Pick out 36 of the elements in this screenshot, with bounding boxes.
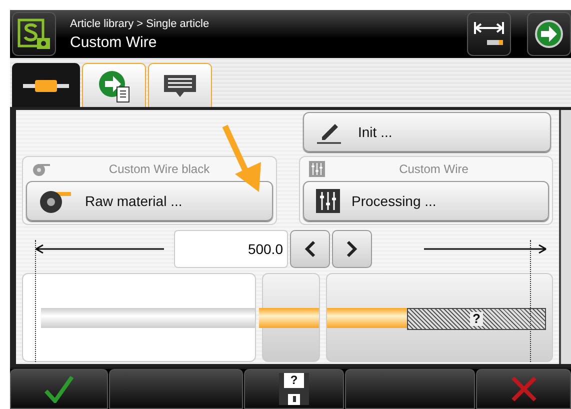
close-icon — [510, 375, 538, 403]
comment-icon — [162, 72, 198, 98]
width-measure-icon — [473, 20, 505, 48]
wire-insulation — [259, 308, 319, 328]
sliders-icon — [316, 189, 340, 213]
panel-caption: Custom Wire — [398, 162, 470, 176]
chevron-right-icon — [346, 240, 358, 258]
panel-button[interactable]: Processing ... — [302, 181, 549, 221]
scrollbar[interactable] — [559, 110, 571, 364]
sliders-icon — [308, 161, 324, 177]
length-field[interactable]: 500.0 — [174, 230, 288, 268]
cancel-button[interactable] — [476, 369, 571, 409]
wire-icon — [23, 78, 69, 92]
panel-button[interactable]: Raw material ... — [26, 181, 272, 221]
save-button[interactable]: ? — [244, 369, 344, 409]
spool-icon — [39, 188, 73, 214]
previous-button[interactable] — [290, 230, 330, 268]
forward-document-icon — [97, 68, 131, 102]
tab[interactable] — [12, 63, 80, 107]
spool-icon — [32, 162, 52, 176]
next-button[interactable] — [527, 12, 571, 56]
window-title: Custom Wire — [70, 34, 158, 50]
confirm-button[interactable] — [10, 369, 108, 409]
save-icon: ? — [278, 372, 310, 406]
breadcrumb: Article library > Single article — [70, 18, 210, 30]
next-value-button[interactable] — [332, 230, 372, 268]
chevron-left-icon — [304, 240, 316, 258]
tab[interactable] — [82, 63, 146, 107]
app-logo-button[interactable] — [12, 12, 56, 56]
measure-button[interactable] — [467, 12, 511, 56]
checkmark-icon — [44, 375, 74, 403]
unknown-mark: ? — [470, 312, 484, 326]
tab[interactable] — [148, 63, 212, 107]
init-button[interactable]: Init ... — [303, 112, 551, 152]
logo-icon — [17, 18, 51, 50]
panel-caption: Custom Wire black — [108, 162, 211, 176]
